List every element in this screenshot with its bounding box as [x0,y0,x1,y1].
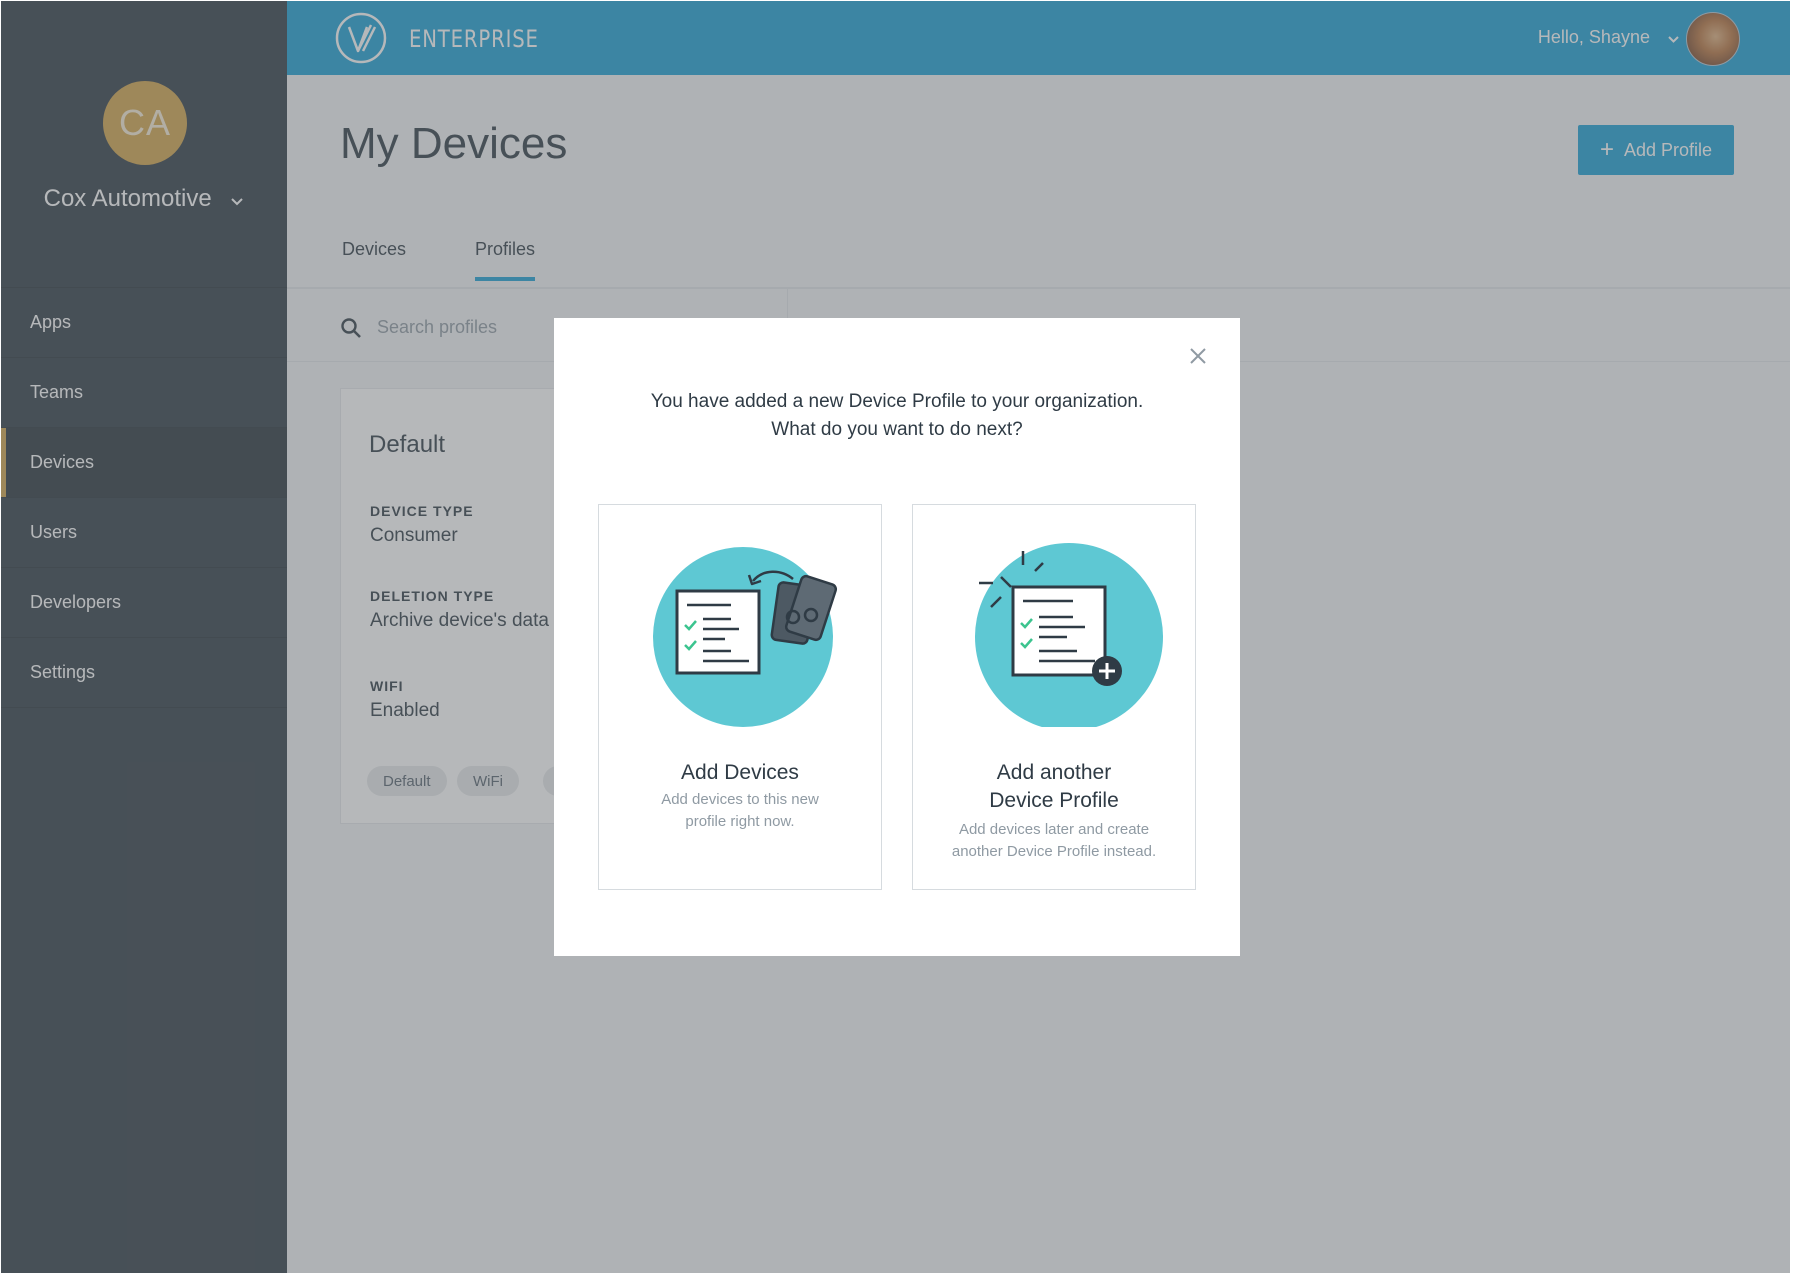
option-description: Add devices to this new profile right no… [599,789,881,833]
add-circle-icon [1092,656,1122,686]
close-icon[interactable] [1184,342,1212,370]
option-desc-line: Add devices to this new [661,791,819,808]
modal-message: You have added a new Device Profile to y… [554,388,1240,444]
add-devices-illustration [653,541,849,727]
option-desc-line: another Device Profile instead. [951,843,1157,860]
app-window: CA Cox Automotive Apps Teams Devices Use… [1,1,1790,1273]
checklist-icon [675,589,761,675]
option-desc-line: Add devices later and create [958,821,1150,838]
checklist-icon [1011,585,1107,677]
add-profile-illustration [967,541,1163,731]
option-title-line: Device Profile [989,789,1119,812]
option-desc-line: profile right now. [685,813,795,830]
next-step-modal: You have added a new Device Profile to y… [554,318,1240,956]
option-title: Add Devices [599,759,881,787]
option-title: Add another Device Profile [913,759,1195,815]
add-profile-option[interactable]: Add another Device Profile Add devices l… [912,504,1196,890]
option-title-line: Add Devices [681,761,799,784]
modal-message-line: You have added a new Device Profile to y… [650,391,1144,412]
option-title-line: Add another [996,761,1112,784]
add-devices-option[interactable]: Add Devices Add devices to this new prof… [598,504,882,890]
option-description: Add devices later and create another Dev… [913,819,1195,863]
modal-message-line: What do you want to do next? [771,419,1023,440]
